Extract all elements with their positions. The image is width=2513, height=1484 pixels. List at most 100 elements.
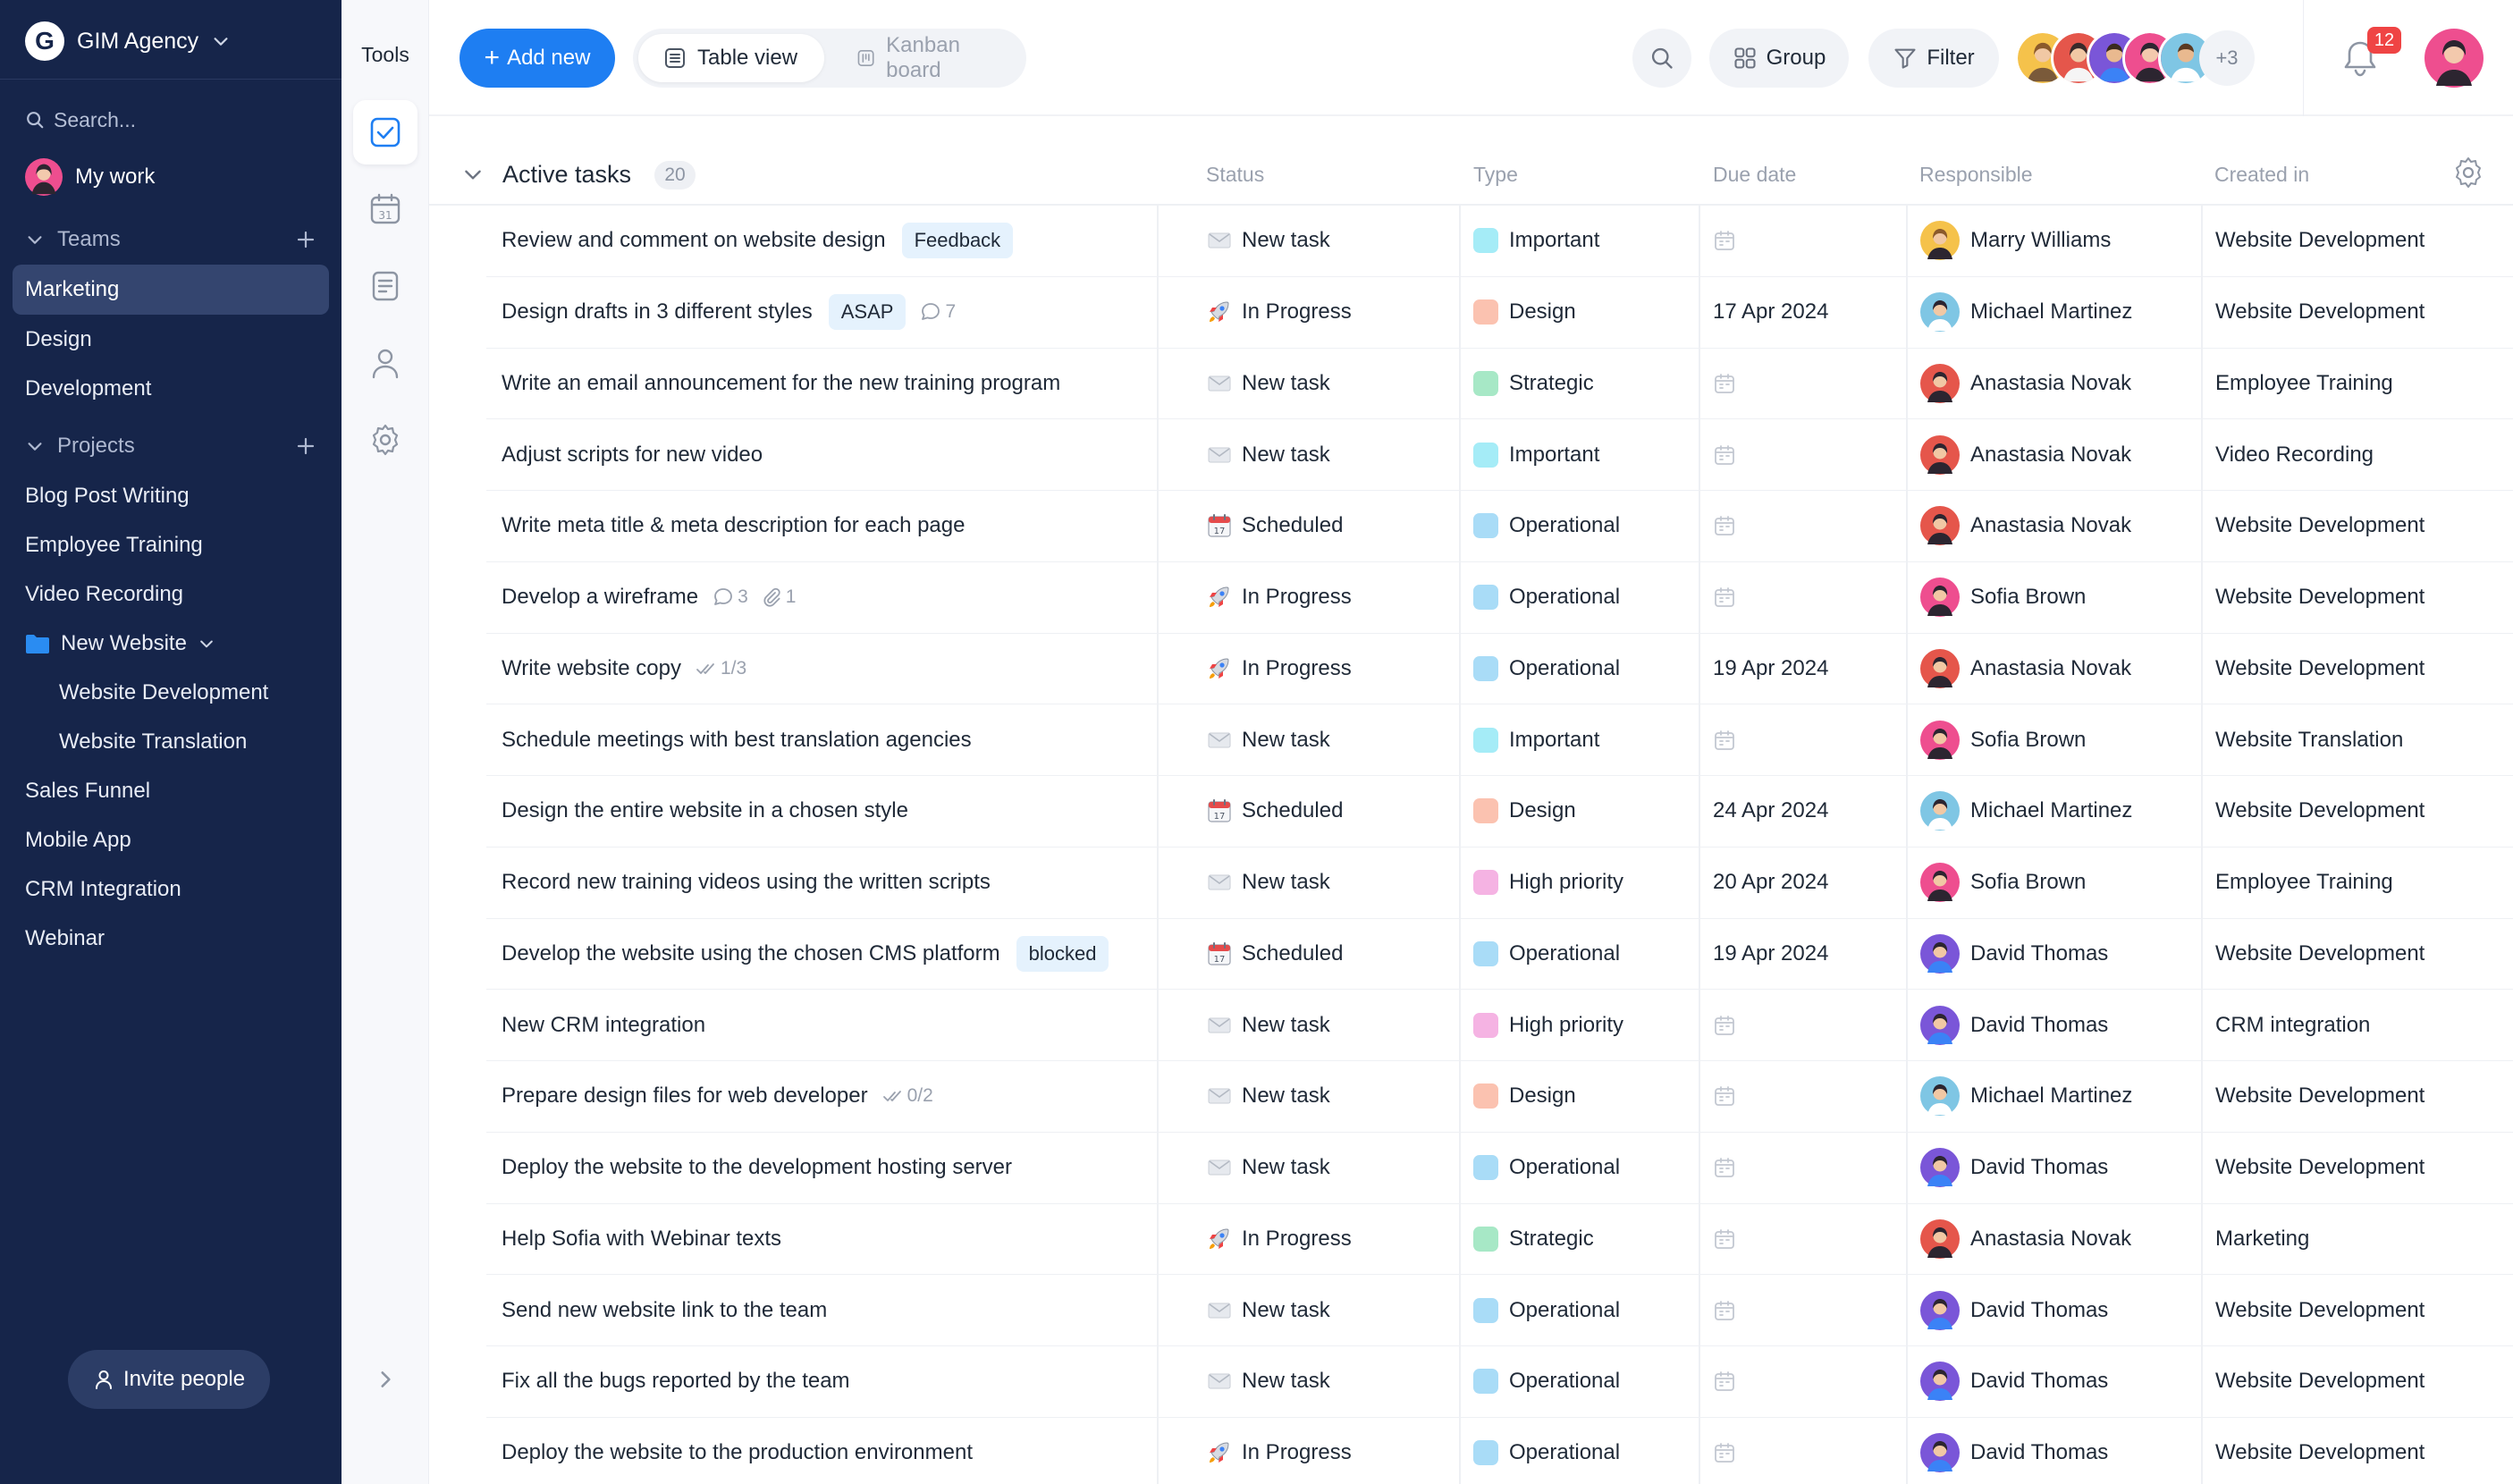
created-in-cell[interactable]: Website Development xyxy=(2215,919,2424,990)
due-date-cell[interactable]: 17 Apr 2024 xyxy=(1713,277,1828,348)
task-title-cell[interactable]: Write meta title & meta description for … xyxy=(502,491,965,561)
due-date-cell[interactable] xyxy=(1713,1204,1736,1275)
responsible-cell[interactable]: Anastasia Novak xyxy=(1920,419,2131,490)
due-date-cell[interactable] xyxy=(1713,419,1736,490)
status-cell[interactable]: New task xyxy=(1206,704,1330,775)
type-cell[interactable]: High priority xyxy=(1473,990,1623,1060)
sidebar-item-design[interactable]: Design xyxy=(13,315,329,365)
responsible-cell[interactable]: Michael Martinez xyxy=(1920,277,2132,348)
type-cell[interactable]: Operational xyxy=(1473,1346,1620,1417)
due-date-cell[interactable] xyxy=(1713,704,1736,775)
tool-notes[interactable] xyxy=(353,254,417,318)
task-title-cell[interactable]: Prepare design files for web developer 0/… xyxy=(502,1061,933,1132)
search-button[interactable] xyxy=(1632,29,1691,88)
table-row[interactable]: Write website copy 1/3 In Progress Operatio… xyxy=(486,633,2513,705)
more-members-count[interactable]: +3 xyxy=(2199,30,2255,86)
column-header-type[interactable]: Type xyxy=(1473,163,1518,187)
due-date-cell[interactable] xyxy=(1713,206,1736,276)
type-cell[interactable]: Design xyxy=(1473,776,1576,847)
status-cell[interactable]: In Progress xyxy=(1206,1418,1352,1484)
responsible-cell[interactable]: Anastasia Novak xyxy=(1920,1204,2131,1275)
task-title-cell[interactable]: New CRM integration xyxy=(502,990,705,1060)
responsible-cell[interactable]: David Thomas xyxy=(1920,919,2108,990)
column-header-status[interactable]: Status xyxy=(1206,163,1264,187)
created-in-cell[interactable]: Video Recording xyxy=(2215,419,2374,490)
table-row[interactable]: Fix all the bugs reported by the team New… xyxy=(486,1346,2513,1418)
task-title-cell[interactable]: Fix all the bugs reported by the team xyxy=(502,1346,850,1417)
checklist-progress[interactable]: 0/2 xyxy=(882,1085,933,1107)
due-date-cell[interactable] xyxy=(1713,1346,1736,1417)
table-row[interactable]: Schedule meetings with best translation … xyxy=(486,704,2513,776)
created-in-cell[interactable]: Website Development xyxy=(2215,1275,2424,1345)
checklist-progress[interactable]: 1/3 xyxy=(696,658,746,679)
responsible-cell[interactable]: Anastasia Novak xyxy=(1920,491,2131,561)
task-title-cell[interactable]: Develop the website using the chosen CMS… xyxy=(502,919,1109,990)
due-date-cell[interactable] xyxy=(1713,990,1736,1060)
due-date-cell[interactable] xyxy=(1713,562,1736,633)
comment-count[interactable]: 3 xyxy=(713,586,748,608)
type-cell[interactable]: Strategic xyxy=(1473,1204,1594,1275)
type-cell[interactable]: Design xyxy=(1473,1061,1576,1132)
table-row[interactable]: Design drafts in 3 different styles ASAP 7… xyxy=(486,276,2513,349)
responsible-cell[interactable]: Michael Martinez xyxy=(1920,776,2132,847)
created-in-cell[interactable]: Website Development xyxy=(2215,562,2424,633)
task-title-cell[interactable]: Adjust scripts for new video xyxy=(502,419,763,490)
table-row[interactable]: Write an email announcement for the new … xyxy=(486,348,2513,420)
responsible-cell[interactable]: Sofia Brown xyxy=(1920,562,2086,633)
sidebar-search[interactable]: Search... xyxy=(25,105,136,134)
table-row[interactable]: Write meta title & meta description for … xyxy=(486,491,2513,562)
tool-calendar[interactable]: 31 xyxy=(353,177,417,241)
responsible-cell[interactable]: David Thomas xyxy=(1920,990,2108,1060)
type-cell[interactable]: Operational xyxy=(1473,634,1620,704)
task-tag[interactable]: ASAP xyxy=(828,294,907,331)
created-in-cell[interactable]: Website Development xyxy=(2215,776,2424,847)
table-row[interactable]: New CRM integration New task High priority… xyxy=(486,990,2513,1061)
responsible-cell[interactable]: Anastasia Novak xyxy=(1920,634,2131,704)
sidebar-item-video-recording[interactable]: Video Recording xyxy=(13,569,329,620)
status-cell[interactable]: New task xyxy=(1206,419,1330,490)
tab-kanban-board[interactable]: Kanban board xyxy=(831,33,1021,82)
table-row[interactable]: Adjust scripts for new video New task Impo… xyxy=(486,419,2513,491)
task-title-cell[interactable]: Send new website link to the team xyxy=(502,1275,827,1345)
group-button[interactable]: Group xyxy=(1709,29,1849,88)
due-date-cell[interactable] xyxy=(1713,1418,1736,1484)
responsible-cell[interactable]: David Thomas xyxy=(1920,1133,2108,1203)
status-cell[interactable]: In Progress xyxy=(1206,277,1352,348)
table-row[interactable]: Deploy the website to the production env… xyxy=(486,1417,2513,1484)
workspace-switcher[interactable]: G GIM Agency xyxy=(25,21,231,61)
sidebar-item-crm-integration[interactable]: CRM Integration xyxy=(13,864,329,915)
type-cell[interactable]: Important xyxy=(1473,419,1599,490)
task-title-cell[interactable]: Design drafts in 3 different styles ASAP 7 xyxy=(502,277,956,348)
responsible-cell[interactable]: Michael Martinez xyxy=(1920,1061,2132,1132)
responsible-cell[interactable]: Sofia Brown xyxy=(1920,847,2086,918)
table-row[interactable]: Deploy the website to the development ho… xyxy=(486,1132,2513,1204)
status-cell[interactable]: In Progress xyxy=(1206,1204,1352,1275)
due-date-cell[interactable]: 19 Apr 2024 xyxy=(1713,634,1828,704)
table-row[interactable]: Design the entire website in a chosen st… xyxy=(486,776,2513,847)
tab-table-view[interactable]: Table view xyxy=(638,34,824,82)
table-row[interactable]: Send new website link to the team New tas… xyxy=(486,1275,2513,1346)
created-in-cell[interactable]: Website Development xyxy=(2215,1061,2424,1132)
status-cell[interactable]: New task xyxy=(1206,1346,1330,1417)
status-cell[interactable]: In Progress xyxy=(1206,562,1352,633)
my-work-link[interactable]: My work xyxy=(25,157,155,197)
sidebar-item-sales-funnel[interactable]: Sales Funnel xyxy=(13,766,329,816)
task-title-cell[interactable]: Review and comment on website design Feed… xyxy=(502,206,1014,276)
type-cell[interactable]: Operational xyxy=(1473,1275,1620,1345)
attachment-count[interactable]: 1 xyxy=(761,586,796,608)
task-title-cell[interactable]: Deploy the website to the production env… xyxy=(502,1418,973,1484)
due-date-cell[interactable] xyxy=(1713,491,1736,561)
responsible-cell[interactable]: David Thomas xyxy=(1920,1418,2108,1484)
add-project-icon[interactable] xyxy=(295,435,316,457)
created-in-cell[interactable]: Website Development xyxy=(2215,491,2424,561)
task-title-cell[interactable]: Record new training videos using the wri… xyxy=(502,847,991,918)
tool-settings[interactable] xyxy=(353,408,417,472)
status-cell[interactable]: New task xyxy=(1206,349,1330,419)
responsible-cell[interactable]: David Thomas xyxy=(1920,1346,2108,1417)
created-in-cell[interactable]: Employee Training xyxy=(2215,349,2393,419)
task-title-cell[interactable]: Write an email announcement for the new … xyxy=(502,349,1060,419)
add-new-button[interactable]: + Add new xyxy=(460,29,615,88)
type-cell[interactable]: Operational xyxy=(1473,1418,1620,1484)
projects-section-header[interactable]: Projects xyxy=(25,430,316,462)
type-cell[interactable]: Important xyxy=(1473,206,1599,276)
